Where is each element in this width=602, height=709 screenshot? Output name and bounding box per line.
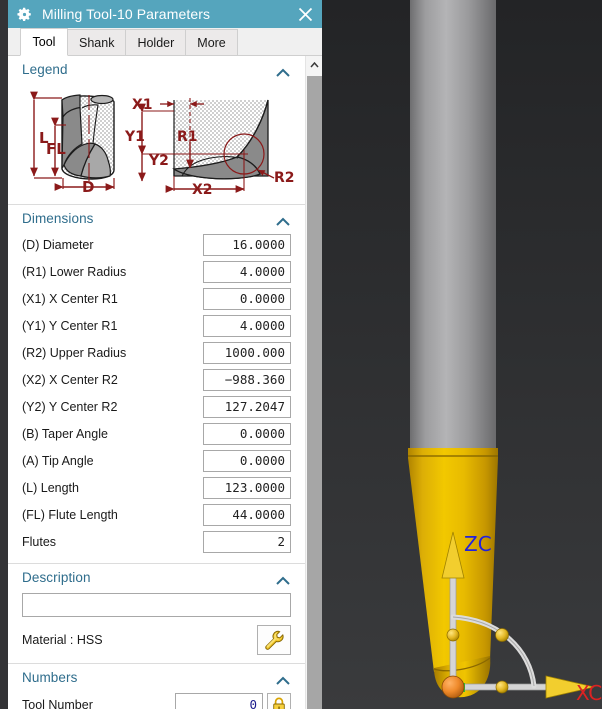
section-header-dimensions[interactable]: Dimensions [8, 204, 305, 231]
upper-radius-input[interactable] [203, 341, 291, 364]
chevron-up-icon [275, 573, 291, 585]
dialog-titlebar: Milling Tool-10 Parameters [8, 0, 322, 28]
csys-origin-handle [441, 675, 465, 699]
description-section: Material : HSS [8, 590, 305, 663]
chevron-up-icon [275, 65, 291, 77]
description-input[interactable] [22, 593, 291, 617]
tip-angle-input[interactable] [203, 449, 291, 472]
gear-icon [16, 6, 33, 23]
tab-label: More [197, 35, 226, 50]
vertical-scrollbar[interactable] [305, 56, 322, 709]
left-gutter [0, 0, 8, 709]
field-row-x-center-r1: (X1) X Center R1 [22, 286, 291, 311]
row-tool-number: Tool Number [22, 691, 291, 709]
y-center-r2-input[interactable] [203, 395, 291, 418]
numbers-section: Tool Number [8, 690, 305, 709]
scrollbar-thumb[interactable] [307, 76, 322, 709]
field-label: (FL) Flute Length [22, 507, 118, 522]
lower-radius-input[interactable] [203, 260, 291, 283]
field-label: (L) Length [22, 480, 79, 495]
diameter-input[interactable] [203, 233, 291, 256]
taper-angle-input[interactable] [203, 422, 291, 445]
field-row-lower-radius: (R1) Lower Radius [22, 259, 291, 284]
material-row: Material : HSS [22, 625, 291, 655]
tab-strip: Tool Shank Holder More [8, 28, 322, 56]
z-axis-label: ZC [464, 532, 492, 556]
tool-number-label: Tool Number [22, 697, 93, 709]
x-axis-label: XC [576, 681, 602, 705]
wrench-icon[interactable] [257, 625, 291, 655]
tool-parameters-dialog: Milling Tool-10 Parameters Tool Shank Ho… [8, 0, 322, 709]
flutes-input[interactable] [203, 530, 291, 553]
field-label: (X2) X Center R2 [22, 372, 118, 387]
length-input[interactable] [203, 476, 291, 499]
section-title-legend: Legend [22, 62, 68, 77]
scrollbar-up-arrow[interactable] [306, 56, 322, 73]
field-row-flutes: Flutes [22, 529, 291, 554]
x-center-r2-input[interactable] [203, 368, 291, 391]
field-label: (Y1) Y Center R1 [22, 318, 118, 333]
z-axis-handle [446, 628, 460, 642]
dialog-title: Milling Tool-10 Parameters [42, 6, 211, 22]
chevron-up-icon [275, 214, 291, 226]
y-center-r1-input[interactable] [203, 314, 291, 337]
field-label: Flutes [22, 534, 57, 549]
field-row-diameter: (D) Diameter [22, 232, 291, 257]
x-axis-handle [495, 680, 509, 694]
3d-viewport[interactable]: ZC XC [322, 0, 602, 709]
legend-diagram: L FL D X1 Y1 Y2 R1 R2 X2 [8, 82, 305, 204]
lock-icon[interactable] [267, 693, 291, 709]
close-icon[interactable] [293, 2, 317, 26]
field-row-upper-radius: (R2) Upper Radius [22, 340, 291, 365]
tool-shank [410, 0, 496, 448]
field-label: (R2) Upper Radius [22, 345, 127, 360]
material-label: Material : HSS [22, 633, 103, 647]
tab-label: Tool [32, 35, 56, 49]
section-header-numbers[interactable]: Numbers [8, 663, 305, 690]
field-row-taper-angle: (B) Taper Angle [22, 421, 291, 446]
tab-tool[interactable]: Tool [20, 28, 68, 56]
field-row-y-center-r2: (Y2) Y Center R2 [22, 394, 291, 419]
tab-label: Holder [137, 35, 175, 50]
legend-label-Y2: Y2 [148, 153, 169, 169]
field-label: (R1) Lower Radius [22, 264, 127, 279]
tab-more[interactable]: More [185, 29, 238, 55]
x-center-r1-input[interactable] [203, 287, 291, 310]
application-window: Milling Tool-10 Parameters Tool Shank Ho… [0, 0, 602, 709]
legend-label-FL: FL [46, 140, 66, 158]
field-label: (A) Tip Angle [22, 453, 94, 468]
tool-number-input[interactable] [175, 693, 263, 709]
section-header-description[interactable]: Description [8, 563, 305, 590]
field-label: (X1) X Center R1 [22, 291, 118, 306]
section-title-description: Description [22, 570, 91, 585]
dialog-body: Legend L FL D X1 Y1 Y2 R1 R2 X2 Dimensio… [8, 56, 322, 709]
arc-handle [495, 628, 509, 642]
tab-shank[interactable]: Shank [67, 29, 127, 55]
legend-label-D: D [82, 178, 94, 196]
field-row-x-center-r2: (X2) X Center R2 [22, 367, 291, 392]
field-label: (D) Diameter [22, 237, 94, 252]
flute-length-input[interactable] [203, 503, 291, 526]
section-title-dimensions: Dimensions [22, 211, 94, 226]
field-row-y-center-r1: (Y1) Y Center R1 [22, 313, 291, 338]
field-row-length: (L) Length [22, 475, 291, 500]
tab-holder[interactable]: Holder [125, 29, 187, 55]
field-row-tip-angle: (A) Tip Angle [22, 448, 291, 473]
field-row-flute-length: (FL) Flute Length [22, 502, 291, 527]
tab-label: Shank [79, 35, 115, 50]
field-label: (B) Taper Angle [22, 426, 108, 441]
legend-label-R1: R1 [177, 129, 198, 145]
chevron-up-icon [275, 673, 291, 685]
legend-label-Y1: Y1 [124, 129, 145, 145]
legend-label-X2: X2 [192, 182, 213, 196]
field-label: (Y2) Y Center R2 [22, 399, 118, 414]
dimensions-fields: (D) Diameter (R1) Lower Radius (X1) X Ce… [8, 231, 305, 563]
section-header-legend[interactable]: Legend [8, 56, 305, 82]
dialog-content: Legend L FL D X1 Y1 Y2 R1 R2 X2 Dimensio… [8, 56, 305, 709]
section-title-numbers: Numbers [22, 670, 78, 685]
legend-label-R2: R2 [274, 170, 294, 186]
